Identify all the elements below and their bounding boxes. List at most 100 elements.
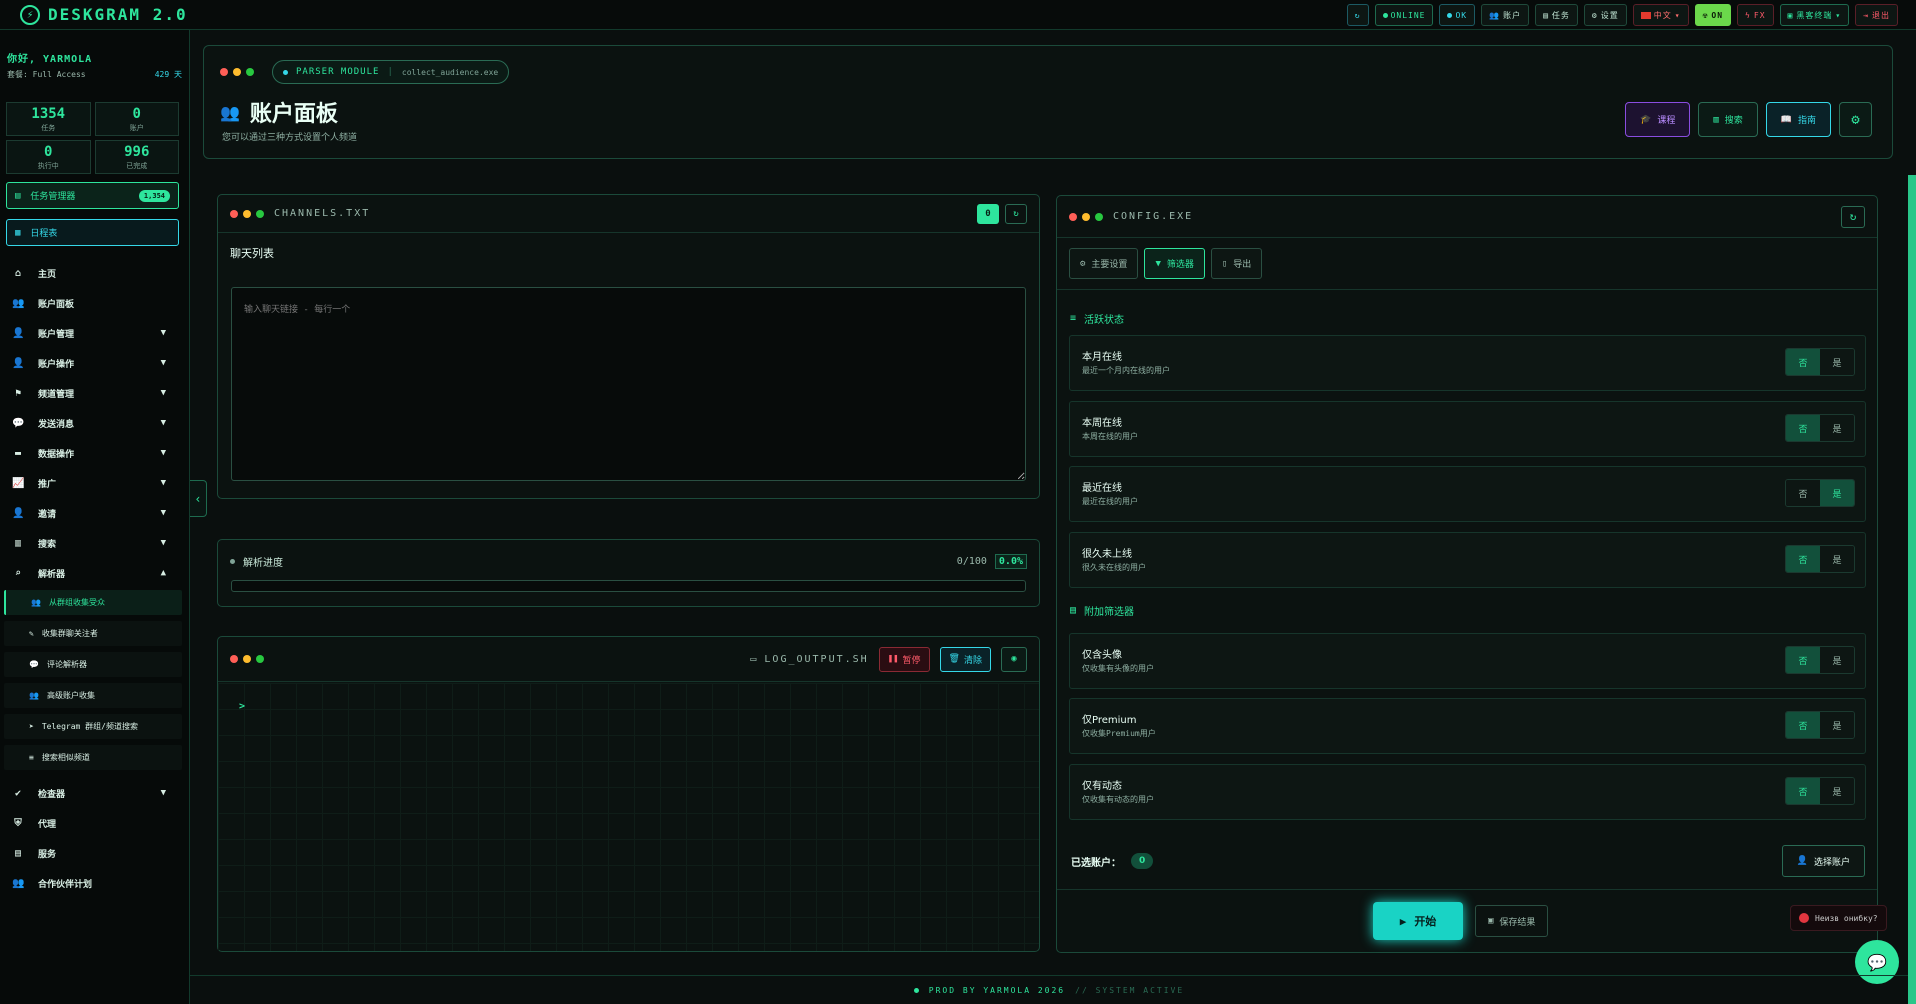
sidebar-collapse-button[interactable]: ‹ bbox=[190, 480, 207, 517]
sidebar-item-proxy[interactable]: ⛨ 代理 bbox=[0, 808, 190, 838]
account-button[interactable]: 👥 账户 bbox=[1481, 4, 1530, 26]
chevron-down-icon: ▼ bbox=[160, 328, 166, 338]
channel-count-badge[interactable]: 0 bbox=[977, 203, 999, 224]
page-scrollbar[interactable] bbox=[1908, 175, 1916, 1004]
filter-option: 最近在线 最近在线的用户 否是 bbox=[1069, 466, 1866, 522]
toggle-option-yes[interactable]: 是 bbox=[1820, 546, 1854, 572]
brand[interactable]: ⚡ DESKGRAM 2.0 bbox=[0, 4, 190, 25]
sidebar-item-invite[interactable]: 👤 邀请 ▼ bbox=[0, 498, 190, 528]
toggle-option-no[interactable]: 否 bbox=[1786, 778, 1820, 804]
sidebar-item-data[interactable]: ▬ 数据操作 ▼ bbox=[0, 438, 190, 468]
toggle-option-yes[interactable]: 是 bbox=[1820, 415, 1854, 441]
chevron-down-icon: ▼ bbox=[160, 418, 166, 428]
tab-export[interactable]: ▯ 导出 bbox=[1210, 248, 1263, 279]
toggle-option-yes[interactable]: 是 bbox=[1820, 480, 1854, 506]
list-icon: ▤ bbox=[1070, 605, 1077, 616]
save-result-button[interactable]: ▣ 保存结果 bbox=[1475, 905, 1549, 937]
sidebar-item-search[interactable]: ▥ 搜索 ▼ bbox=[0, 528, 190, 558]
refresh-channels-button[interactable]: ↻ bbox=[1005, 203, 1027, 224]
fx-toggle[interactable]: ϟ FX bbox=[1737, 4, 1774, 26]
clear-button[interactable]: 🗑 清除 bbox=[939, 646, 991, 672]
sidebar-item-home[interactable]: ⌂ 主页 bbox=[0, 258, 190, 288]
sub-item-collect-followers[interactable]: ✎ 收集群聊关注者 bbox=[4, 621, 182, 646]
tasks-button[interactable]: ▤ 任务 bbox=[1535, 4, 1578, 26]
sub-item-telegram-search[interactable]: ➤ Telegram 群组/频道搜索 bbox=[4, 714, 182, 739]
guide-button[interactable]: 📖 指南 bbox=[1765, 102, 1831, 137]
progress-count: 0/100 bbox=[956, 556, 987, 567]
radiation-icon: ☢ bbox=[1702, 10, 1709, 20]
refresh-button[interactable]: ↻ bbox=[1346, 4, 1369, 26]
chevron-left-icon: ‹ bbox=[194, 491, 202, 506]
sidebar-item-partners[interactable]: 👥 合作伙伴计划 bbox=[0, 868, 190, 898]
chat-list-label: 聊天列表 bbox=[230, 247, 274, 260]
sidebar-item-services[interactable]: ▤ 服务 bbox=[0, 838, 190, 868]
days-left: 429 天 bbox=[154, 70, 182, 79]
scrollbar-thumb[interactable] bbox=[1908, 175, 1916, 1004]
chat-list-input[interactable] bbox=[231, 287, 1026, 481]
log-output[interactable]: > bbox=[218, 683, 1039, 951]
calendar-button[interactable]: ▦ 日程表 bbox=[6, 219, 179, 246]
sidebar-item-account-actions[interactable]: 👤 账户操作 ▼ bbox=[0, 348, 190, 378]
toggle-option-yes[interactable]: 是 bbox=[1820, 349, 1854, 375]
tab-main-settings[interactable]: ⚙ 主要设置 bbox=[1069, 248, 1139, 279]
chat-icon: 💬 bbox=[1867, 952, 1887, 972]
sidebar-item-account-panel[interactable]: 👥 账户面板 bbox=[0, 288, 190, 318]
settings-button[interactable]: ⚙ 设置 bbox=[1583, 4, 1627, 26]
minimize-dot-icon bbox=[243, 209, 251, 218]
on-toggle[interactable]: ☢ ON bbox=[1694, 4, 1732, 26]
settings-gear-button[interactable]: ⚙ bbox=[1839, 102, 1872, 137]
online-status[interactable]: ONLINE bbox=[1374, 4, 1434, 26]
toggle-option-no[interactable]: 否 bbox=[1786, 415, 1820, 441]
sub-item-similar-channels[interactable]: ≡ 搜索相似频道 bbox=[4, 745, 182, 770]
module-dot-icon bbox=[283, 69, 288, 75]
yes-no-toggle: 否是 bbox=[1785, 711, 1855, 739]
parser-submenu: 👥 从群组收集受众 ✎ 收集群聊关注者 💬 评论解析器 👥 高级账户收集 ➤ Telegr… bbox=[0, 588, 190, 778]
ok-status[interactable]: OK bbox=[1439, 4, 1476, 26]
toggle-option-yes[interactable]: 是 bbox=[1820, 712, 1854, 738]
sidebar-item-checker[interactable]: ✔ 检查器 ▼ bbox=[0, 778, 190, 808]
toggle-visibility-button[interactable]: ◉ bbox=[1001, 646, 1027, 672]
logout-button[interactable]: ⇥ 退出 bbox=[1855, 4, 1898, 26]
gear-icon: ⚙ bbox=[1080, 258, 1086, 269]
progress-panel: 解析进度 0/100 0.0% bbox=[217, 539, 1040, 607]
toggle-option-yes[interactable]: 是 bbox=[1820, 778, 1854, 804]
sub-item-comment-parser[interactable]: 💬 评论解析器 bbox=[4, 652, 182, 677]
refresh-config-button[interactable]: ↻ bbox=[1841, 205, 1865, 228]
app-title: DESKGRAM 2.0 bbox=[48, 5, 188, 24]
sidebar-item-promotion[interactable]: 📈 推广 ▼ bbox=[0, 468, 190, 498]
course-button[interactable]: 🎓 课程 bbox=[1625, 102, 1691, 137]
choose-accounts-button[interactable]: 👤 选择账户 bbox=[1781, 845, 1865, 877]
sidebar-item-messages[interactable]: 💬 发送消息 ▼ bbox=[0, 408, 190, 438]
sidebar-item-channels[interactable]: ⚑ 频道管理 ▼ bbox=[0, 378, 190, 408]
toggle-option-no[interactable]: 否 bbox=[1786, 712, 1820, 738]
channels-title: CHANNELS.TXT bbox=[274, 208, 371, 219]
tab-filters[interactable]: ▼ 筛选器 bbox=[1144, 248, 1205, 279]
toggle-option-no[interactable]: 否 bbox=[1786, 480, 1820, 506]
briefcase-icon: ▬ bbox=[14, 447, 22, 459]
search-button[interactable]: ▥ 搜索 bbox=[1698, 102, 1758, 137]
shield-icon: ⛨ bbox=[14, 817, 22, 829]
toggle-option-no[interactable]: 否 bbox=[1786, 647, 1820, 673]
sidebar-item-account-management[interactable]: 👤 账户管理 ▼ bbox=[0, 318, 190, 348]
sub-item-collect-audience[interactable]: 👥 从群组收集受众 bbox=[4, 590, 182, 615]
toggle-option-no[interactable]: 否 bbox=[1786, 546, 1820, 572]
task-manager-button[interactable]: ▤ 任务管理器 1,354 bbox=[6, 182, 179, 209]
maximize-dot-icon bbox=[256, 655, 264, 663]
start-button[interactable]: ▶ 开始 bbox=[1373, 902, 1463, 940]
toggle-option-yes[interactable]: 是 bbox=[1820, 647, 1854, 673]
toggle-option-no[interactable]: 否 bbox=[1786, 349, 1820, 375]
refresh-icon: ↻ bbox=[1849, 210, 1857, 223]
pause-button[interactable]: ❚❚ 暂停 bbox=[878, 646, 930, 672]
footer-credit: PROD BY YARMOLA 2026 bbox=[928, 985, 1066, 995]
users-icon: 👥 bbox=[1489, 10, 1501, 20]
search-icon: ⌕ bbox=[14, 567, 22, 579]
language-select[interactable]: 中文 ▾ bbox=[1632, 4, 1689, 26]
config-panel: CONFIG.EXE ↻ ⚙ 主要设置 ▼ 筛选器 ▯ 导出 ≡ 活跃状态 本月在线 最… bbox=[1056, 195, 1878, 953]
yes-no-toggle: 否是 bbox=[1785, 348, 1855, 376]
error-report-toast[interactable]: Неизв онибку? bbox=[1790, 905, 1887, 931]
theme-select[interactable]: ▣ 黑客终端 ▾ bbox=[1779, 4, 1850, 26]
sub-item-advanced-collect[interactable]: 👥 高级账户收集 bbox=[4, 683, 182, 708]
log-file: ▭ LOG_OUTPUT.SH bbox=[750, 653, 869, 665]
maximize-dot-icon bbox=[246, 68, 254, 76]
sidebar-item-parser[interactable]: ⌕ 解析器 ▲ bbox=[0, 558, 190, 588]
